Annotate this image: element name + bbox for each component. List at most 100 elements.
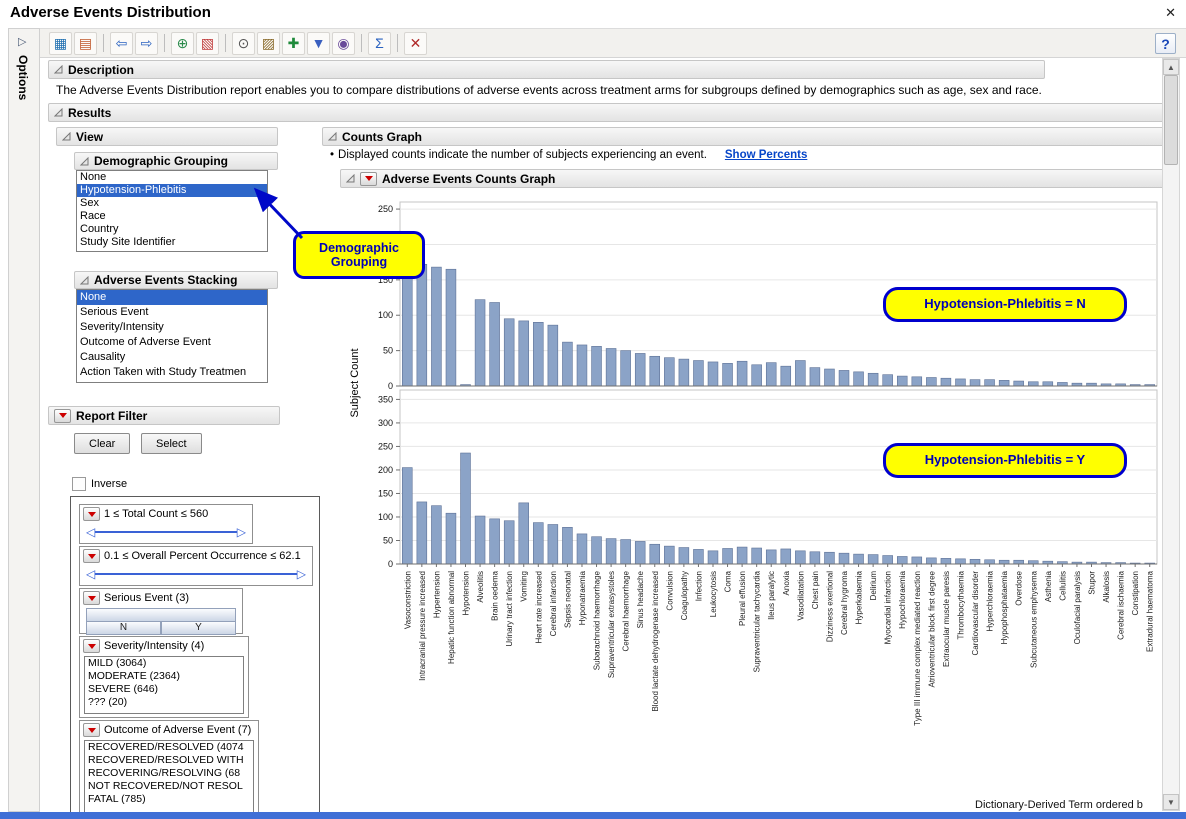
results-header[interactable]: Results xyxy=(48,103,1170,122)
list-item[interactable]: Serious Event xyxy=(77,305,267,320)
red-triangle-menu-icon[interactable] xyxy=(83,549,100,563)
list-item[interactable]: None xyxy=(77,171,267,184)
toolbar-separator xyxy=(225,34,226,52)
svg-text:Asthenia: Asthenia xyxy=(1044,570,1053,602)
slider-left-handle-icon[interactable]: ◁ xyxy=(86,525,95,539)
svg-text:Constipation: Constipation xyxy=(1131,571,1140,615)
description-header[interactable]: Description xyxy=(48,60,1045,79)
total-count-range-slider[interactable]: ◁ ▷ xyxy=(86,525,246,539)
data-table-icon[interactable]: ▦ xyxy=(49,32,72,55)
list-item[interactable]: Action Taken with Study Treatmen xyxy=(77,365,267,380)
list-item[interactable]: RECOVERED/RESOLVED (4074 xyxy=(85,741,253,754)
window-bottom-edge xyxy=(0,812,1186,819)
adverse-events-stacking-list[interactable]: None Serious Event Severity/Intensity Ou… xyxy=(76,289,268,383)
svg-text:Extradural haematoma: Extradural haematoma xyxy=(1146,570,1155,651)
adverse-events-counts-chart[interactable]: 050100150200250050100150200250300350Vaso… xyxy=(345,190,1162,812)
svg-text:Pleural effusion: Pleural effusion xyxy=(738,571,747,626)
add-analysis-icon[interactable]: ✚ xyxy=(282,32,305,55)
vertical-scrollbar[interactable]: ▲ ▼ xyxy=(1162,58,1180,811)
slider-right-handle-icon[interactable]: ▷ xyxy=(297,567,306,581)
list-item[interactable]: Race xyxy=(77,210,267,223)
pdf-report-icon[interactable]: ▧ xyxy=(196,32,219,55)
svg-text:Subcutaneous emphysema: Subcutaneous emphysema xyxy=(1029,570,1038,668)
outcome-list[interactable]: RECOVERED/RESOLVED (4074 RECOVERED/RESOL… xyxy=(84,740,254,814)
list-item[interactable]: RECOVERED/RESOLVED WITH xyxy=(85,754,253,767)
disclosure-icon[interactable] xyxy=(54,65,63,74)
grabber-hand-icon[interactable]: ◉ xyxy=(332,32,355,55)
globe-refresh-icon[interactable]: ⊕ xyxy=(171,32,194,55)
back-arrow-icon[interactable]: ⇦ xyxy=(110,32,133,55)
red-triangle-menu-icon[interactable] xyxy=(83,507,100,521)
list-item[interactable]: Severity/Intensity xyxy=(77,320,267,335)
level-y-segment[interactable]: Y xyxy=(161,621,236,635)
scroll-down-icon[interactable]: ▼ xyxy=(1163,794,1179,810)
svg-text:Cerebral haemorrhage: Cerebral haemorrhage xyxy=(622,570,631,651)
level-n-segment[interactable]: N xyxy=(86,621,161,635)
list-item[interactable]: Country xyxy=(77,223,267,236)
search-report-icon[interactable]: ⊙ xyxy=(232,32,255,55)
overall-percent-range-slider[interactable]: ◁ ▷ xyxy=(86,567,306,581)
red-triangle-menu-icon[interactable] xyxy=(83,639,100,653)
red-triangle-menu-icon[interactable] xyxy=(360,172,377,186)
list-item[interactable]: RECOVERING/RESOLVING (68 xyxy=(85,767,253,780)
expand-options-icon[interactable]: ▷ xyxy=(18,35,26,48)
list-item-selected[interactable]: Hypotension-Phlebitis xyxy=(77,184,267,197)
counts-note-row: • Displayed counts indicate the number o… xyxy=(330,149,807,161)
close-icon[interactable]: ✕ xyxy=(1165,5,1176,21)
report-filter-header[interactable]: Report Filter xyxy=(48,406,280,425)
list-item[interactable]: NOT RECOVERED/NOT RESOL xyxy=(85,780,253,793)
red-triangle-menu-icon[interactable] xyxy=(83,591,100,605)
clear-button[interactable]: Clear xyxy=(74,433,130,454)
counts-graph-header-label: Counts Graph xyxy=(342,130,422,144)
svg-text:Hypertension: Hypertension xyxy=(432,571,441,618)
list-item[interactable]: Causality xyxy=(77,350,267,365)
list-item[interactable]: Study Site Identifier xyxy=(77,236,267,249)
journal-icon[interactable]: ▤ xyxy=(74,32,97,55)
close-report-icon[interactable]: ✕ xyxy=(404,32,427,55)
severity-intensity-list[interactable]: MILD (3064) MODERATE (2364) SEVERE (646)… xyxy=(84,656,244,714)
disclosure-icon[interactable] xyxy=(80,157,89,166)
inverse-checkbox[interactable] xyxy=(72,477,86,491)
show-percents-link[interactable]: Show Percents xyxy=(725,149,807,161)
disclosure-icon[interactable] xyxy=(346,174,355,183)
list-item[interactable]: MODERATE (2364) xyxy=(85,670,243,683)
select-button[interactable]: Select xyxy=(141,433,202,454)
disclosure-icon[interactable] xyxy=(80,276,89,285)
list-item[interactable]: ??? (20) xyxy=(85,696,243,709)
list-item[interactable]: Sex xyxy=(77,197,267,210)
disclosure-icon[interactable] xyxy=(62,132,71,141)
description-header-label: Description xyxy=(68,63,134,77)
svg-text:Chest pain: Chest pain xyxy=(811,571,820,609)
list-item[interactable]: FATAL (785) xyxy=(85,793,253,806)
scroll-up-icon[interactable]: ▲ xyxy=(1163,59,1179,75)
disclosure-icon[interactable] xyxy=(328,132,337,141)
list-item[interactable]: Outcome of Adverse Event xyxy=(77,335,267,350)
adverse-events-counts-graph-label: Adverse Events Counts Graph xyxy=(382,172,555,186)
svg-text:200: 200 xyxy=(378,465,393,475)
slider-right-handle-icon[interactable]: ▷ xyxy=(237,525,246,539)
list-item[interactable]: MILD (3064) xyxy=(85,657,243,670)
help-icon[interactable]: ? xyxy=(1155,33,1176,54)
red-triangle-menu-icon[interactable] xyxy=(54,409,71,423)
view-header[interactable]: View xyxy=(56,127,278,146)
disclosure-icon[interactable] xyxy=(54,108,63,117)
scrollbar-thumb[interactable] xyxy=(1164,75,1178,165)
level-missing-segment[interactable] xyxy=(86,608,236,622)
counts-graph-header[interactable]: Counts Graph xyxy=(322,127,1172,146)
annotate-icon[interactable]: ▨ xyxy=(257,32,280,55)
red-triangle-menu-icon[interactable] xyxy=(83,723,100,737)
view-header-label: View xyxy=(76,130,103,144)
svg-text:Extraocular muscle paresis: Extraocular muscle paresis xyxy=(942,571,951,667)
list-item[interactable]: SEVERE (646) xyxy=(85,683,243,696)
filter-icon[interactable]: ▼ xyxy=(307,32,330,55)
svg-text:Delirium: Delirium xyxy=(869,571,878,601)
forward-arrow-icon[interactable]: ⇨ xyxy=(135,32,158,55)
adverse-events-counts-graph-header[interactable]: Adverse Events Counts Graph xyxy=(340,169,1172,188)
slider-left-handle-icon[interactable]: ◁ xyxy=(86,567,95,581)
adverse-events-stacking-header[interactable]: Adverse Events Stacking xyxy=(74,271,278,289)
summary-sigma-icon[interactable]: Σ xyxy=(368,32,391,55)
list-item-selected[interactable]: None xyxy=(77,290,267,305)
demographic-grouping-header[interactable]: Demographic Grouping xyxy=(74,152,278,170)
options-panel[interactable]: ▷ Options xyxy=(8,28,40,812)
demographic-grouping-list[interactable]: None Hypotension-Phlebitis Sex Race Coun… xyxy=(76,170,268,252)
